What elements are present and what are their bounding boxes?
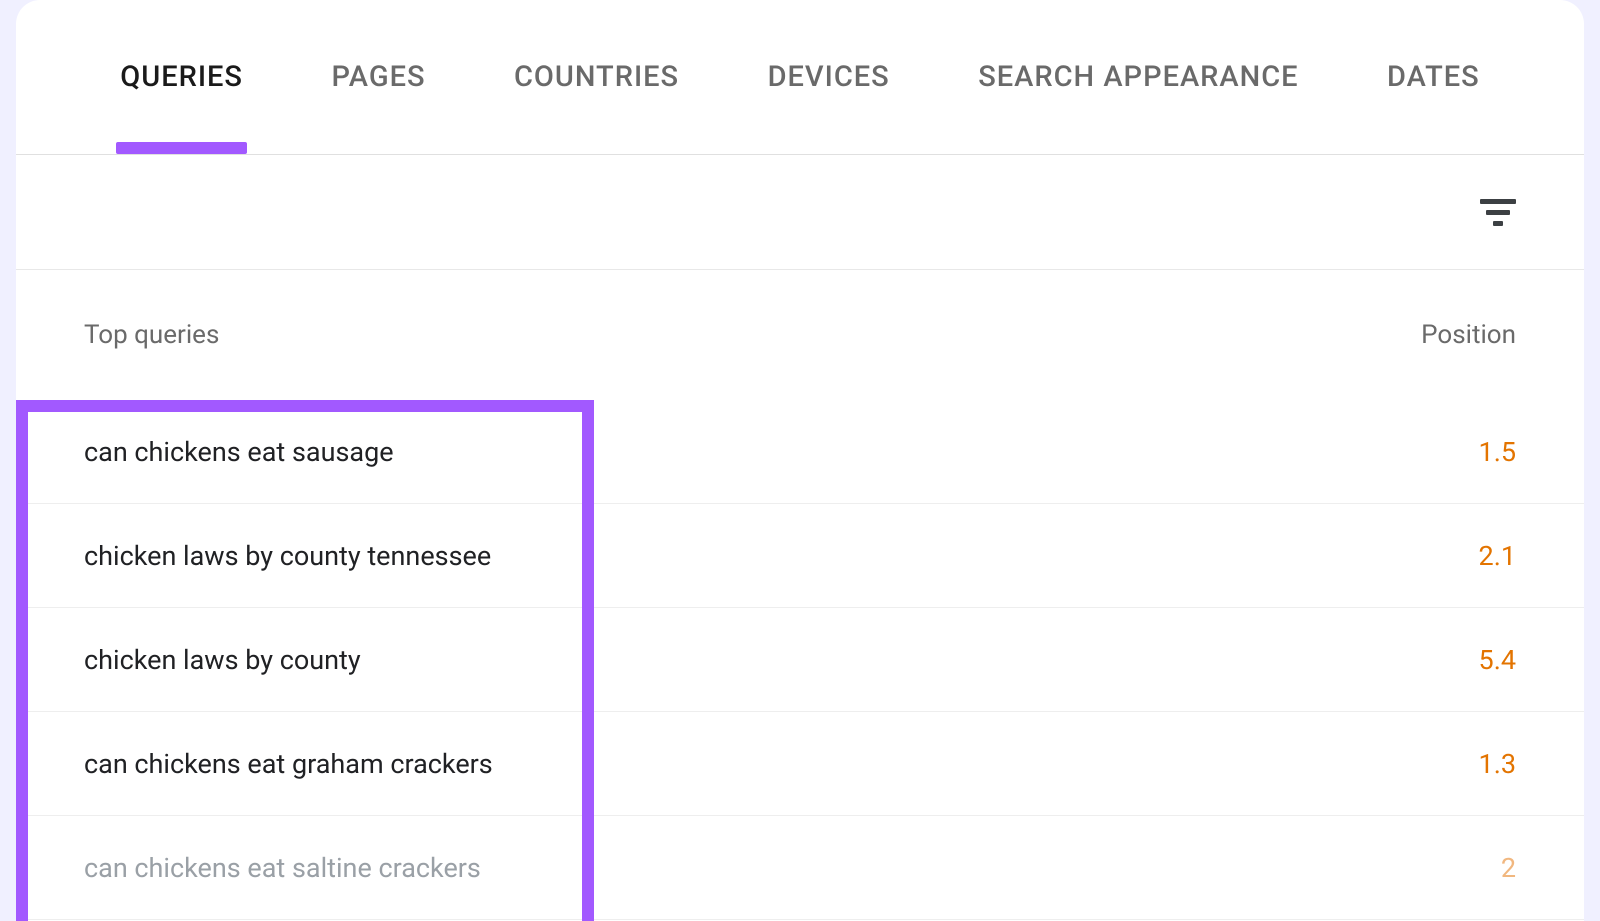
- table-row[interactable]: can chickens eat sausage 1.5: [16, 400, 1584, 504]
- column-header-position[interactable]: Position: [1421, 320, 1516, 350]
- filter-icon[interactable]: [1480, 194, 1516, 230]
- tabs-bar: QUERIES PAGES COUNTRIES DEVICES SEARCH A…: [16, 0, 1584, 155]
- table-body: can chickens eat sausage 1.5 chicken law…: [16, 400, 1584, 920]
- query-text: chicken laws by county: [84, 644, 361, 676]
- filter-bar: [16, 155, 1584, 270]
- query-text: can chickens eat sausage: [84, 436, 394, 468]
- position-value: 1.5: [1479, 436, 1516, 468]
- tab-dates[interactable]: DATES: [1383, 50, 1484, 104]
- position-value: 2: [1501, 852, 1516, 884]
- tab-search-appearance[interactable]: SEARCH APPEARANCE: [974, 50, 1302, 104]
- tab-devices[interactable]: DEVICES: [764, 50, 894, 104]
- table-row[interactable]: can chickens eat graham crackers 1.3: [16, 712, 1584, 816]
- table-header: Top queries Position: [16, 270, 1584, 400]
- position-value: 2.1: [1479, 540, 1516, 572]
- query-text: chicken laws by county tennessee: [84, 540, 491, 572]
- table-row[interactable]: can chickens eat saltine crackers 2: [16, 816, 1584, 920]
- performance-card: QUERIES PAGES COUNTRIES DEVICES SEARCH A…: [16, 0, 1584, 921]
- position-value: 5.4: [1479, 644, 1516, 676]
- tab-pages[interactable]: PAGES: [327, 50, 429, 104]
- position-value: 1.3: [1479, 748, 1516, 780]
- tab-countries[interactable]: COUNTRIES: [510, 50, 683, 104]
- column-header-queries[interactable]: Top queries: [84, 320, 219, 350]
- table-row[interactable]: chicken laws by county tennessee 2.1: [16, 504, 1584, 608]
- query-text: can chickens eat saltine crackers: [84, 852, 481, 884]
- query-text: can chickens eat graham crackers: [84, 748, 493, 780]
- table-row[interactable]: chicken laws by county 5.4: [16, 608, 1584, 712]
- tab-queries[interactable]: QUERIES: [116, 50, 247, 104]
